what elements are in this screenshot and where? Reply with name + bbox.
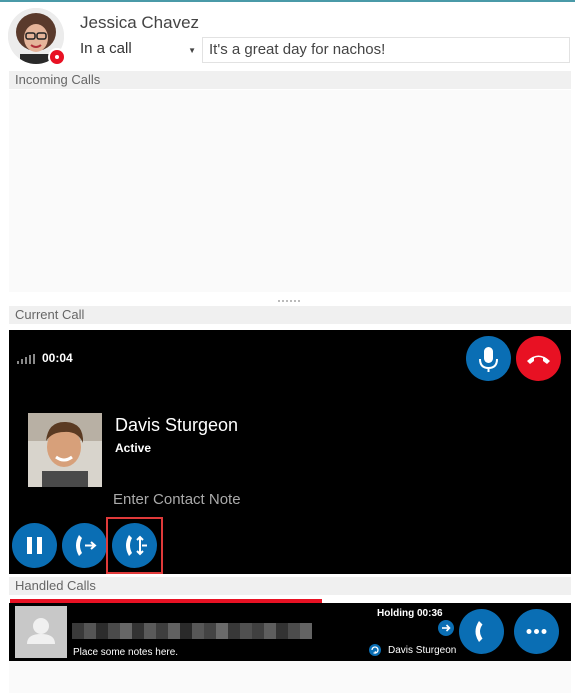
caret-down-icon: ▼ <box>188 46 196 55</box>
presence-busy-icon <box>48 48 66 66</box>
handled-call-note[interactable]: Place some notes here. <box>73 647 178 658</box>
transfer-button[interactable] <box>62 523 107 568</box>
person-icon <box>27 618 55 644</box>
microphone-icon <box>479 347 498 372</box>
current-call-panel: 00:04 Davis Sturgeon Active Enter Contac… <box>9 330 571 574</box>
more-options-button[interactable] <box>514 609 559 654</box>
status-message-field[interactable]: It's a great day for nachos! <box>202 37 570 63</box>
handled-calls-list-area <box>9 661 571 693</box>
call-state: Active <box>115 441 152 455</box>
ellipsis-icon <box>526 629 547 634</box>
incoming-calls-header: Incoming Calls <box>9 71 571 89</box>
user-name: Jessica Chavez <box>80 13 200 32</box>
holding-label: Holding <box>377 608 415 619</box>
holding-contact: Davis Sturgeon <box>369 644 456 656</box>
incoming-calls-list <box>9 90 571 292</box>
handled-call-row[interactable]: Place some notes here. Holding 00:36 Dav… <box>9 603 571 661</box>
contact-name: Davis Sturgeon <box>115 415 239 435</box>
hangup-button[interactable] <box>516 336 561 381</box>
mute-button[interactable] <box>466 336 511 381</box>
status-label: In a call <box>80 40 132 57</box>
contact-photo <box>28 413 102 487</box>
phone-icon <box>475 621 483 642</box>
arrow-right-icon <box>438 620 454 636</box>
signal-strength-icon <box>17 354 35 364</box>
current-call-header: Current Call <box>9 306 571 324</box>
call-timer: 00:04 <box>42 351 73 365</box>
handled-calls-header: Handled Calls <box>9 577 571 595</box>
pause-icon <box>27 537 42 554</box>
phone-transfer-icon <box>76 535 97 556</box>
window-top-border <box>0 0 575 2</box>
panel-splitter-handle[interactable] <box>278 300 300 304</box>
status-dropdown[interactable]: In a call ▼ <box>80 40 198 62</box>
hold-button[interactable] <box>12 523 57 568</box>
contact-note-input[interactable]: Enter Contact Note <box>113 491 241 508</box>
holding-timer: 00:36 <box>417 608 443 619</box>
resume-call-button[interactable] <box>459 609 504 654</box>
contact-placeholder-avatar <box>15 606 67 658</box>
hangup-icon <box>527 355 550 364</box>
highlight-annotation <box>106 517 163 574</box>
holding-contact-name: Davis Sturgeon <box>388 644 457 656</box>
refresh-icon <box>369 644 381 656</box>
user-avatar[interactable] <box>8 8 66 66</box>
redacted-caller-info <box>72 623 312 639</box>
